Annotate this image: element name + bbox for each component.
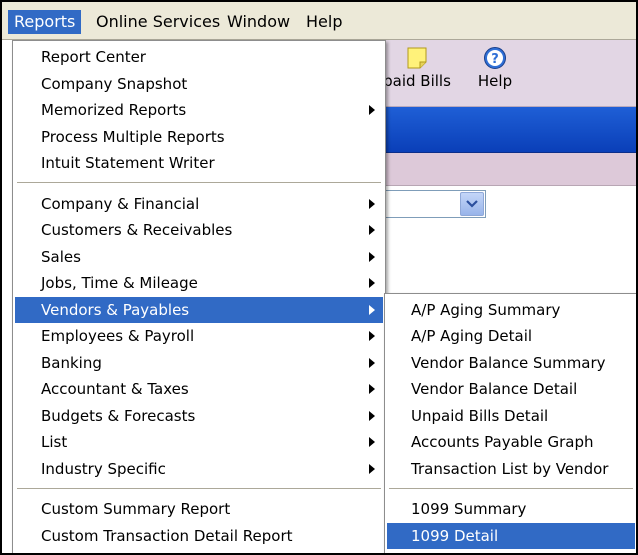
menu-item-label: Banking	[41, 354, 102, 372]
menu-item-label: Memorized Reports	[41, 101, 187, 119]
menu-item-label: Accountant & Taxes	[41, 380, 189, 398]
submenu-item-ap-aging-detail[interactable]: A/P Aging Detail	[387, 323, 635, 349]
submenu-arrow-icon	[369, 105, 375, 115]
help-button[interactable]: ? Help	[470, 46, 520, 90]
menu-item-memorized-reports[interactable]: Memorized Reports	[15, 97, 383, 123]
dropdown-select[interactable]	[382, 190, 486, 218]
menu-separator	[389, 488, 633, 490]
menu-item-company-financial[interactable]: Company & Financial	[15, 191, 383, 217]
menu-item-process-multiple-reports[interactable]: Process Multiple Reports	[15, 124, 383, 150]
chevron-down-icon[interactable]	[460, 192, 484, 216]
window-title-bar	[382, 107, 636, 153]
menu-item-sales[interactable]: Sales	[15, 244, 383, 270]
submenu-item-ap-aging-summary[interactable]: A/P Aging Summary	[387, 297, 635, 323]
submenu-item-unpaid-bills-detail[interactable]: Unpaid Bills Detail	[387, 403, 635, 429]
unpaid-bills-label: paid Bills	[383, 72, 451, 90]
menu-item-jobs-time-mileage[interactable]: Jobs, Time & Mileage	[15, 270, 383, 296]
menu-item-report-center[interactable]: Report Center	[15, 44, 383, 70]
help-icon: ?	[484, 47, 506, 69]
svg-text:?: ?	[491, 52, 499, 67]
submenu-arrow-icon	[369, 252, 375, 262]
menu-item-intuit-statement-writer[interactable]: Intuit Statement Writer	[15, 150, 383, 176]
menu-help[interactable]: Help	[300, 10, 348, 34]
submenu-item-accounts-payable-graph[interactable]: Accounts Payable Graph	[387, 429, 635, 455]
menu-window[interactable]: Window	[221, 10, 296, 34]
menu-item-custom-summary-report[interactable]: Custom Summary Report	[15, 496, 383, 522]
menu-reports[interactable]: Reports	[8, 10, 82, 34]
menu-item-label: List	[41, 433, 68, 451]
sticky-note-icon	[407, 47, 427, 69]
menu-item-label: Company & Financial	[41, 195, 200, 213]
menu-item-industry-specific[interactable]: Industry Specific	[15, 456, 383, 482]
app-window: Reports Online Services Window Help paid…	[0, 0, 638, 555]
submenu-item-1099-summary[interactable]: 1099 Summary	[387, 496, 635, 522]
icon-toolbar: paid Bills ? Help	[382, 40, 636, 107]
submenu-arrow-icon	[369, 437, 375, 447]
submenu-arrow-icon	[369, 305, 375, 315]
menu-item-accountant-taxes[interactable]: Accountant & Taxes	[15, 376, 383, 402]
vendors-payables-submenu: A/P Aging Summary A/P Aging Detail Vendo…	[384, 293, 636, 553]
help-label: Help	[477, 72, 513, 90]
unpaid-bills-button[interactable]: paid Bills	[378, 46, 456, 90]
menu-separator	[17, 488, 381, 490]
menu-item-label: Vendors & Payables	[41, 301, 190, 319]
menu-item-employees-payroll[interactable]: Employees & Payroll	[15, 323, 383, 349]
menu-item-banking[interactable]: Banking	[15, 350, 383, 376]
menu-item-label: Customers & Receivables	[41, 221, 233, 239]
menu-item-customers-receivables[interactable]: Customers & Receivables	[15, 217, 383, 243]
submenu-arrow-icon	[369, 331, 375, 341]
submenu-item-vendor-balance-summary[interactable]: Vendor Balance Summary	[387, 350, 635, 376]
submenu-item-1099-detail[interactable]: 1099 Detail	[387, 523, 635, 549]
menu-item-company-snapshot[interactable]: Company Snapshot	[15, 71, 383, 97]
menu-item-label: Sales	[41, 248, 81, 266]
reports-menu: Report Center Company Snapshot Memorized…	[12, 40, 386, 553]
submenu-item-transaction-list-by-vendor[interactable]: Transaction List by Vendor	[387, 456, 635, 482]
submenu-arrow-icon	[369, 384, 375, 394]
submenu-arrow-icon	[369, 411, 375, 421]
menu-item-label: Jobs, Time & Mileage	[41, 274, 198, 292]
menu-item-budgets-forecasts[interactable]: Budgets & Forecasts	[15, 403, 383, 429]
submenu-arrow-icon	[369, 358, 375, 368]
menu-separator	[17, 182, 381, 184]
submenu-item-vendor-balance-detail[interactable]: Vendor Balance Detail	[387, 376, 635, 402]
menu-bar: Reports Online Services Window Help	[2, 2, 636, 40]
menu-item-custom-transaction-detail-report[interactable]: Custom Transaction Detail Report	[15, 523, 383, 549]
submenu-arrow-icon	[369, 464, 375, 474]
menu-item-label: Industry Specific	[41, 460, 166, 478]
submenu-arrow-icon	[369, 278, 375, 288]
menu-item-label: Employees & Payroll	[41, 327, 195, 345]
menu-item-label: Budgets & Forecasts	[41, 407, 196, 425]
menu-item-vendors-payables[interactable]: Vendors & Payables	[15, 297, 383, 323]
menu-item-list[interactable]: List	[15, 429, 383, 455]
section-header-bar	[382, 153, 636, 186]
menu-online-services[interactable]: Online Services	[90, 10, 226, 34]
submenu-arrow-icon	[369, 199, 375, 209]
submenu-arrow-icon	[369, 225, 375, 235]
